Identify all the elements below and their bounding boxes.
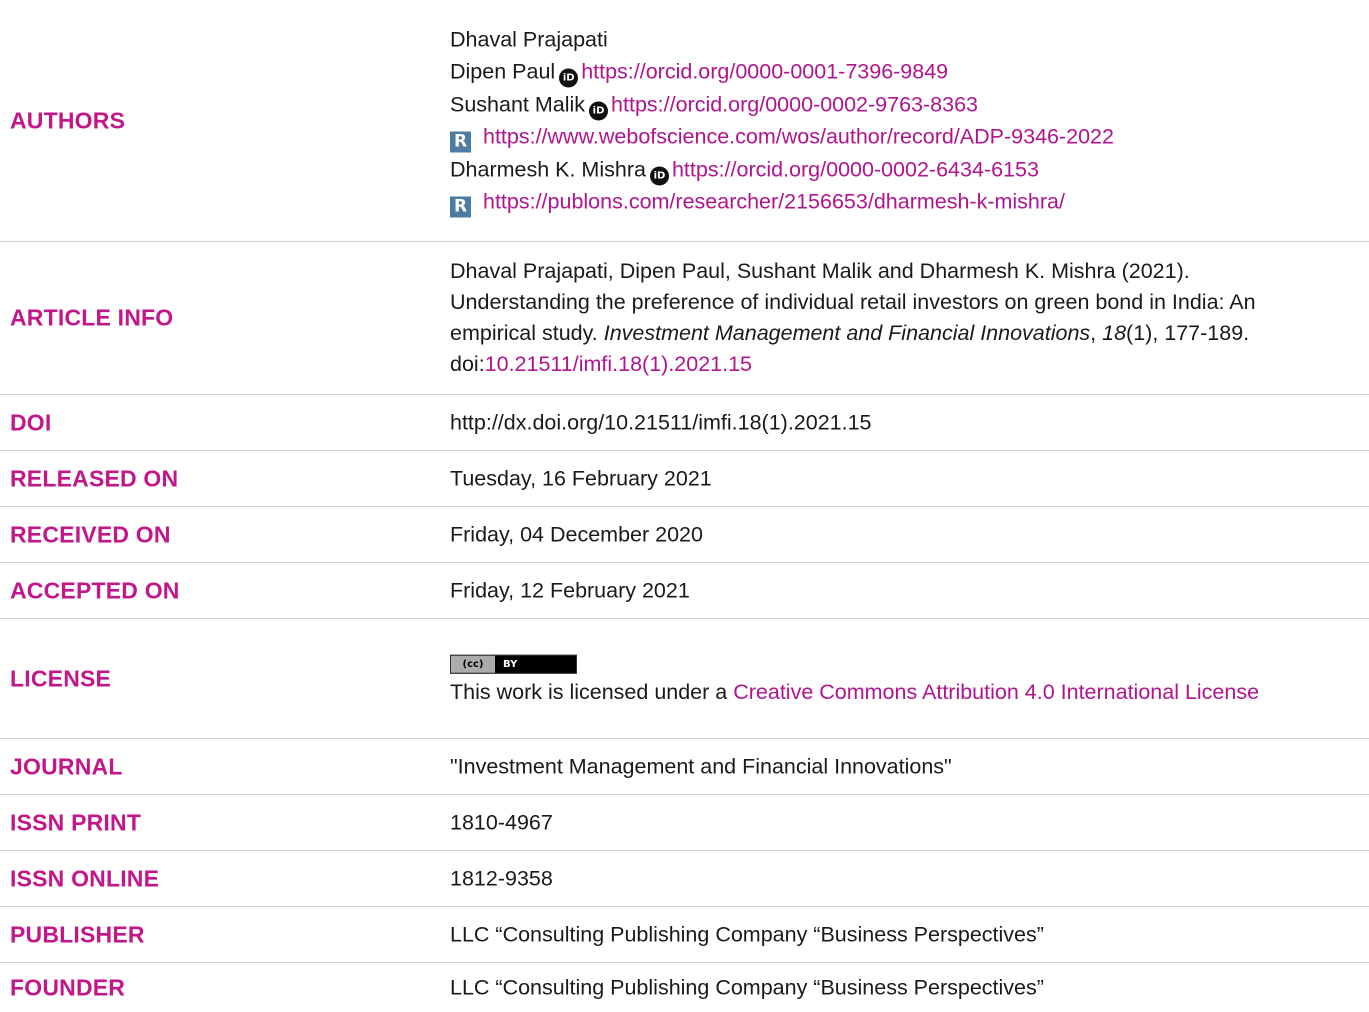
row-license: LICENSE (cc) BY This work is licensed un… [0, 619, 1369, 739]
label-doi: DOI [10, 409, 52, 435]
citation-doi-link[interactable]: 10.21511/imfi.18(1).2021.15 [485, 352, 752, 376]
row-article-info: ARTICLE INFO Dhaval Prajapati, Dipen Pau… [0, 242, 1369, 395]
orcid-icon: iD [559, 68, 579, 88]
accepted-on-value: Friday, 12 February 2021 [450, 578, 690, 602]
label-issn-online: ISSN ONLINE [10, 865, 160, 891]
orcid-link[interactable]: https://orcid.org/0000-0001-7396-9849 [581, 60, 948, 84]
row-issn-print: ISSN PRINT 1810-4967 [0, 795, 1369, 851]
issn-online-value: 1812-9358 [450, 866, 553, 890]
researcher-id-icon: R [450, 131, 471, 153]
row-founder: FOUNDER LLC “Consulting Publishing Compa… [0, 963, 1369, 1012]
license-text-prefix: This work is licensed under a [450, 679, 734, 704]
researcher-id-link[interactable]: https://publons.com/researcher/2156653/d… [483, 190, 1065, 214]
label-founder: FOUNDER [10, 974, 126, 1000]
by-icon: BY [503, 658, 518, 670]
label-article-info: ARTICLE INFO [10, 304, 174, 331]
row-issn-online: ISSN ONLINE 1812-9358 [0, 851, 1369, 907]
row-received-on: RECEIVED ON Friday, 04 December 2020 [0, 507, 1369, 563]
founder-value: LLC “Consulting Publishing Company “Busi… [450, 975, 1044, 999]
license-link[interactable]: Creative Commons Attribution 4.0 Interna… [733, 680, 1259, 704]
license-text: This work is licensed under a Creative C… [450, 676, 1330, 708]
row-publisher: PUBLISHER LLC “Consulting Publishing Com… [0, 907, 1369, 963]
author-name: Dipen Paul [450, 59, 556, 84]
doi-value: http://dx.doi.org/10.21511/imfi.18(1).20… [450, 410, 872, 434]
author-name: Dharmesh K. Mishra [450, 157, 646, 181]
license-value: (cc) BY This work is licensed under a Cr… [450, 649, 1330, 708]
orcid-icon: iD [589, 101, 609, 120]
author-3-researcher-id: Rhttps://www.webofscience.com/wos/author… [450, 121, 1350, 154]
author-2: Dipen Paul iD https://orcid.org/0000-0001-… [450, 56, 1350, 89]
issn-print-value: 1810-4967 [450, 810, 553, 834]
citation-comma: , [1090, 321, 1103, 345]
row-accepted-on: ACCEPTED ON Friday, 12 February 2021 [0, 563, 1369, 619]
author-4-researcher-id: Rhttps://publons.com/researcher/2156653/… [450, 186, 1350, 219]
released-on-value: Tuesday, 16 February 2021 [450, 466, 712, 490]
citation-journal: Investment Management and Financial Inno… [603, 321, 1091, 345]
row-journal: JOURNAL "Investment Management and Finan… [0, 739, 1369, 795]
label-authors: AUTHORS [10, 107, 126, 133]
label-journal: JOURNAL [10, 753, 123, 779]
label-accepted-on: ACCEPTED ON [10, 577, 180, 603]
orcid-icon: iD [649, 166, 669, 185]
article-citation: Dhaval Prajapati, Dipen Paul, Sushant Ma… [450, 256, 1330, 380]
label-issn-print: ISSN PRINT [10, 809, 142, 835]
journal-value: "Investment Management and Financial Inn… [450, 754, 952, 778]
label-publisher: PUBLISHER [10, 921, 145, 947]
citation-volume: 18 [1102, 321, 1127, 345]
author-4: Dharmesh K. Mishra iD https://orcid.org/00… [450, 153, 1350, 186]
cc-by-badge[interactable]: (cc) BY [450, 649, 1330, 676]
cc-icon: (cc) [451, 655, 495, 673]
row-doi: DOI http://dx.doi.org/10.21511/imfi.18(1… [0, 395, 1369, 451]
researcher-id-link[interactable]: https://www.webofscience.com/wos/author/… [483, 125, 1114, 149]
author-3: Sushant Malik iD https://orcid.org/0000-00… [450, 88, 1350, 121]
label-released-on: RELEASED ON [10, 465, 179, 491]
author-name: Dhaval Prajapati [450, 27, 608, 51]
label-license: LICENSE [10, 665, 112, 691]
authors-list: Dhaval Prajapati Dipen Paul iD https://orc… [450, 23, 1350, 218]
author-name: Sushant Malik [450, 92, 586, 116]
received-on-value: Friday, 04 December 2020 [450, 522, 703, 546]
orcid-link[interactable]: https://orcid.org/0000-0002-9763-8363 [611, 92, 978, 116]
article-metadata-sheet: AUTHORS Dhaval Prajapati Dipen Paul iD htt… [0, 0, 1369, 1012]
row-authors: AUTHORS Dhaval Prajapati Dipen Paul iD htt… [0, 0, 1369, 242]
researcher-id-icon: R [450, 196, 471, 218]
publisher-value: LLC “Consulting Publishing Company “Busi… [450, 922, 1044, 946]
label-received-on: RECEIVED ON [10, 521, 171, 547]
author-1: Dhaval Prajapati [450, 23, 1350, 56]
row-released-on: RELEASED ON Tuesday, 16 February 2021 [0, 451, 1369, 507]
orcid-link[interactable]: https://orcid.org/0000-0002-6434-6153 [672, 157, 1039, 181]
